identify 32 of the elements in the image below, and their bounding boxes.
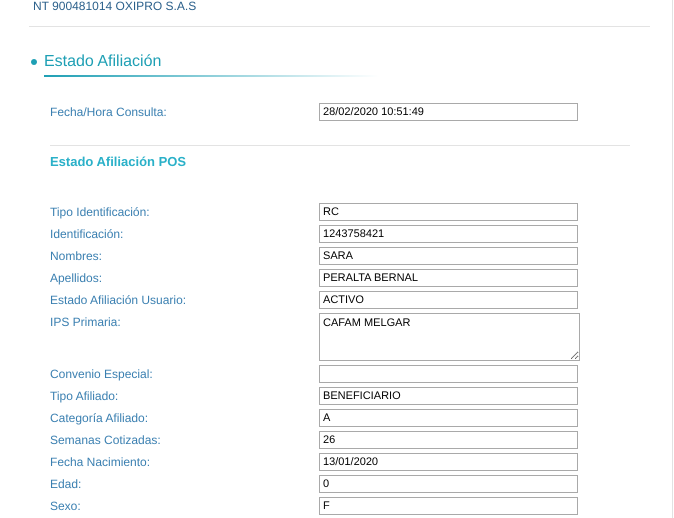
bullet-icon (31, 59, 37, 65)
field-label: Apellidos: (50, 270, 104, 287)
field-label: Tipo Afiliado: (50, 388, 120, 405)
input-field[interactable]: SARA (319, 247, 578, 265)
input-field[interactable]: 0 (319, 475, 578, 493)
input-field[interactable]: 26 (319, 431, 578, 449)
section-title: Estado Afiliación (44, 53, 162, 71)
input-field[interactable]: ACTIVO (319, 291, 578, 309)
input-field[interactable] (319, 365, 578, 383)
field-label: Semanas Cotizadas: (50, 432, 162, 449)
subsection-title: Estado Afiliación POS (50, 154, 188, 170)
field-label: Sexo: (50, 498, 82, 515)
field-label: Categoría Afiliado: (50, 410, 150, 427)
field-label: Fecha Nacimiento: (50, 454, 152, 471)
input-field[interactable]: 13/01/2020 (319, 453, 578, 471)
input-field[interactable]: 1243758421 (319, 225, 578, 243)
field-label: IPS Primaria: (50, 314, 122, 331)
input-field[interactable]: 28/02/2020 10:51:49 (319, 103, 578, 121)
input-field[interactable]: F (319, 497, 578, 515)
field-label: Estado Afiliación Usuario: (50, 292, 188, 309)
field-label: Edad: (50, 476, 82, 493)
field-label: Tipo Identificación: (50, 204, 151, 221)
company-line: NT 900481014 OXIPRO S.A.S (32, 0, 198, 13)
input-field[interactable]: RC (319, 203, 578, 221)
input-field[interactable]: A (319, 409, 578, 427)
field-label: Nombres: (50, 248, 104, 265)
input-field[interactable]: BENEFICIARIO (319, 387, 578, 405)
field-label: Convenio Especial: (50, 366, 154, 383)
input-field[interactable]: PERALTA BERNAL (319, 269, 578, 287)
field-label: Identificación: (50, 226, 124, 243)
field-label: Fecha/Hora Consulta: (50, 104, 168, 121)
text-area[interactable]: CAFAM MELGAR (319, 313, 580, 361)
